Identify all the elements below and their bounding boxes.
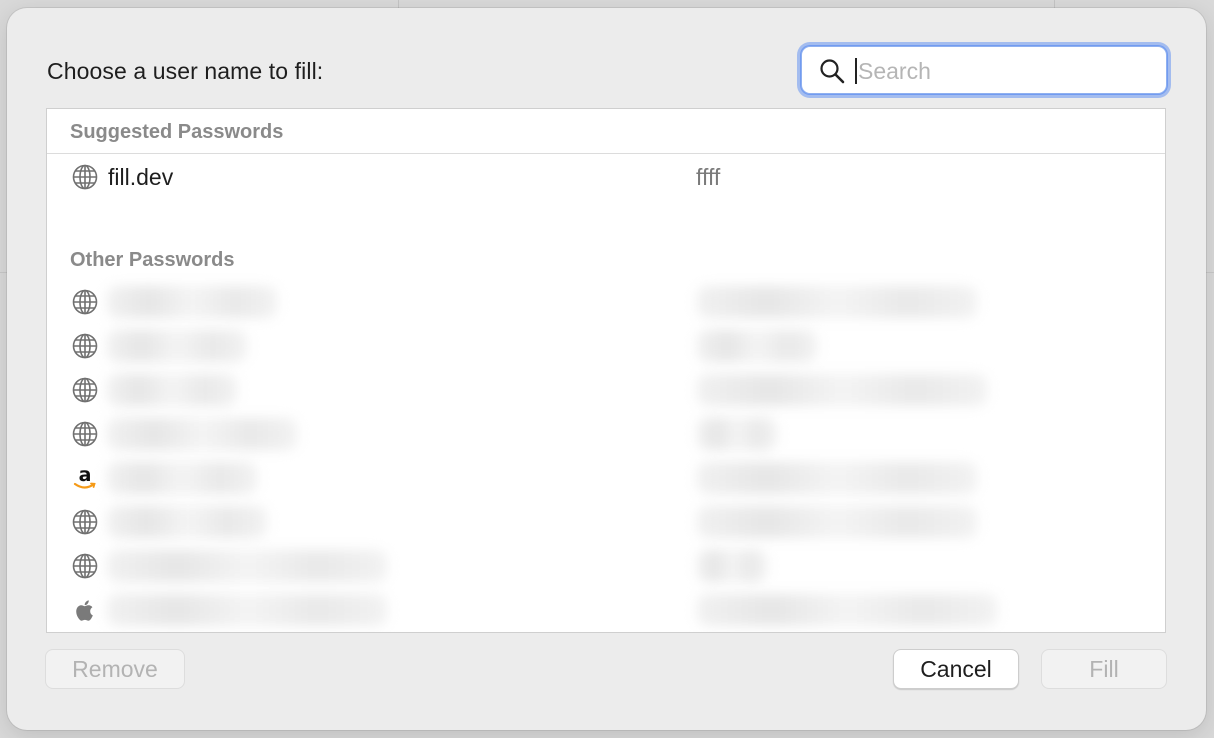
globe-icon bbox=[72, 289, 98, 315]
redacted-user bbox=[697, 462, 977, 494]
globe-icon bbox=[72, 333, 98, 359]
list-item[interactable] bbox=[47, 412, 1165, 456]
section-divider bbox=[47, 153, 1165, 154]
fill-button[interactable]: Fill bbox=[1041, 649, 1167, 689]
list-item[interactable] bbox=[47, 324, 1165, 368]
remove-button[interactable]: Remove bbox=[45, 649, 185, 689]
globe-icon bbox=[72, 509, 98, 535]
redacted-site bbox=[107, 330, 247, 362]
redacted-user bbox=[697, 418, 777, 450]
list-item-suggested[interactable]: fill.dev ffff bbox=[47, 155, 1165, 199]
redacted-user bbox=[697, 594, 997, 626]
list-item[interactable]: a bbox=[47, 456, 1165, 500]
redacted-user bbox=[697, 286, 977, 318]
section-header-other: Other Passwords bbox=[70, 249, 235, 271]
search-input[interactable] bbox=[858, 53, 1154, 89]
cancel-button[interactable]: Cancel bbox=[893, 649, 1019, 689]
redacted-user bbox=[697, 550, 767, 582]
redacted-site bbox=[107, 594, 387, 626]
password-autofill-dialog: Choose a user name to fill: Suggested Pa… bbox=[7, 8, 1206, 730]
redacted-user bbox=[697, 330, 817, 362]
list-item[interactable] bbox=[47, 368, 1165, 412]
background-divider bbox=[0, 272, 7, 273]
list-item[interactable] bbox=[47, 280, 1165, 324]
list-item[interactable] bbox=[47, 500, 1165, 544]
apple-icon bbox=[76, 600, 93, 621]
amazon-icon: a bbox=[73, 464, 96, 489]
redacted-site bbox=[107, 286, 277, 318]
redacted-site bbox=[107, 374, 237, 406]
search-field[interactable] bbox=[801, 46, 1167, 94]
section-header-suggested: Suggested Passwords bbox=[70, 121, 284, 143]
globe-icon bbox=[72, 553, 98, 579]
magnifier-icon bbox=[820, 59, 845, 84]
globe-icon bbox=[72, 421, 98, 447]
redacted-site bbox=[107, 418, 297, 450]
globe-icon bbox=[72, 377, 98, 403]
redacted-site bbox=[107, 462, 257, 494]
dialog-prompt: Choose a user name to fill: bbox=[47, 58, 324, 84]
list-item[interactable] bbox=[47, 588, 1165, 632]
password-list[interactable]: Suggested Passwords fill.dev ffff Other … bbox=[46, 108, 1166, 633]
globe-icon bbox=[72, 164, 98, 190]
text-caret bbox=[855, 58, 857, 84]
redacted-site bbox=[107, 506, 267, 538]
redacted-user bbox=[697, 506, 977, 538]
redacted-user bbox=[697, 374, 987, 406]
list-item[interactable] bbox=[47, 544, 1165, 588]
svg-text:a: a bbox=[79, 464, 92, 486]
site-name: fill.dev bbox=[108, 164, 174, 190]
redacted-site bbox=[107, 550, 387, 582]
user-name: ffff bbox=[696, 164, 721, 190]
background-divider bbox=[1206, 272, 1214, 273]
